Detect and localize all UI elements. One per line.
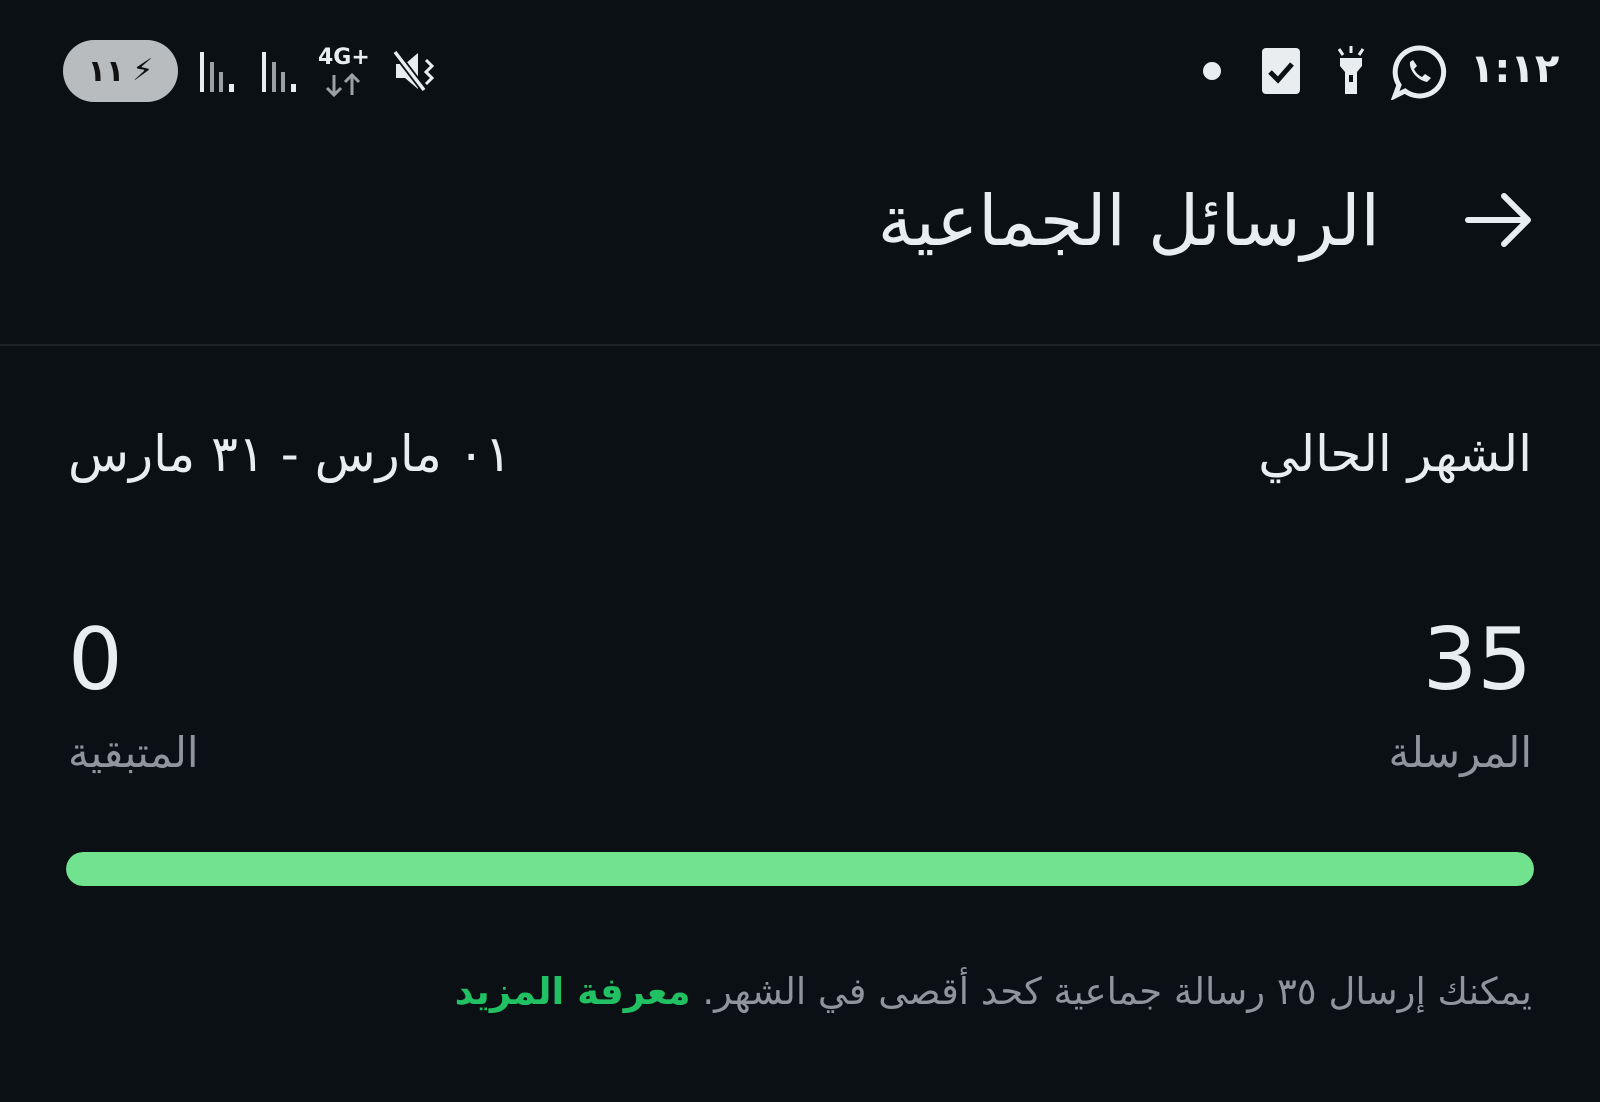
flashlight-icon: [1337, 46, 1365, 94]
status-bar: ١١ ⚡ 4G+ ١:١٢: [0, 0, 1600, 140]
page-title: الرسائل الجماعية: [877, 180, 1380, 262]
app-header: الرسائل الجماعية: [0, 140, 1600, 346]
usage-progress-fill: [66, 852, 1534, 886]
signal-icon: [262, 52, 296, 92]
battery-charging-icon: ١١ ⚡: [63, 40, 178, 102]
sent-stat: 35 المرسلة: [1388, 610, 1532, 777]
remaining-count: 0: [68, 610, 123, 710]
status-clock: ١:١٢: [1470, 46, 1560, 92]
limit-footnote: يمكنك إرسال ٣٥ رسالة جماعية كحد أقصى في …: [455, 970, 1532, 1013]
data-arrows-icon: [325, 72, 361, 98]
signal-icon: [200, 52, 234, 92]
learn-more-link[interactable]: معرفة المزيد: [455, 970, 691, 1013]
battery-level: ١١: [87, 53, 125, 89]
remaining-stat: 0 المتبقية: [68, 610, 199, 777]
network-type-label: 4G+: [318, 45, 370, 70]
arrow-right-icon[interactable]: [1464, 190, 1536, 250]
sent-label: المرسلة: [1388, 728, 1532, 777]
usage-progress-bar: [66, 852, 1534, 886]
date-range: ٠١ مارس - ٣١ مارس: [68, 425, 512, 483]
checkbox-notification-icon: [1262, 48, 1300, 94]
period-row: الشهر الحالي ٠١ مارس - ٣١ مارس: [68, 425, 1532, 505]
screen: ١١ ⚡ 4G+ ١:١٢ الرسائل الجماعية الشهر الح…: [0, 0, 1600, 1102]
notification-dot-icon: [1203, 62, 1221, 80]
remaining-label: المتبقية: [68, 728, 199, 777]
current-month-label: الشهر الحالي: [1258, 425, 1532, 483]
mute-vibrate-icon: [392, 49, 435, 93]
charging-bolt-icon: ⚡: [132, 53, 154, 88]
limit-text: يمكنك إرسال ٣٥ رسالة جماعية كحد أقصى في …: [702, 970, 1532, 1013]
sent-count: 35: [1422, 610, 1532, 710]
whatsapp-icon: [1391, 45, 1447, 100]
network-data-icon: 4G+: [318, 45, 370, 101]
